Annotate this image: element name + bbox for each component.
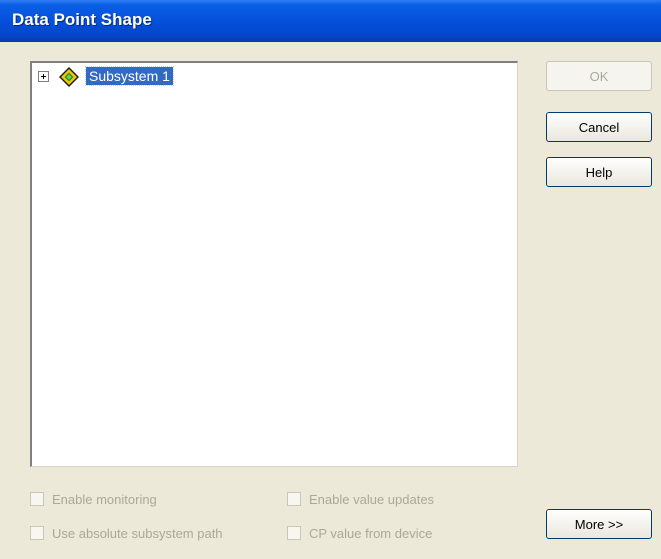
subsystem-tree[interactable]: Subsystem 1 (30, 61, 518, 467)
enable-value-updates-checkbox[interactable]: Enable value updates (287, 490, 434, 508)
checkbox-box[interactable] (287, 492, 301, 506)
checkbox-box[interactable] (287, 526, 301, 540)
more-button[interactable]: More >> (546, 509, 652, 539)
help-button[interactable]: Help (546, 157, 652, 187)
ok-button[interactable]: OK (546, 61, 652, 91)
checkbox-label: Enable monitoring (52, 491, 157, 507)
checkbox-box[interactable] (30, 526, 44, 540)
checkbox-label: Enable value updates (309, 491, 435, 507)
checkbox-label: CP value from device (309, 525, 433, 541)
checkbox-label: Use absolute subsystem path (52, 525, 223, 541)
cancel-button[interactable]: Cancel (546, 112, 652, 142)
expand-plus-icon[interactable] (38, 71, 49, 82)
window-title: Data Point Shape (12, 10, 152, 29)
subsystem-diamond-icon (58, 66, 80, 88)
use-absolute-path-checkbox[interactable]: Use absolute subsystem path (30, 524, 223, 542)
cp-value-from-device-checkbox[interactable]: CP value from device (287, 524, 432, 542)
tree-item-label[interactable]: Subsystem 1 (85, 66, 174, 86)
title-bar[interactable]: Data Point Shape (0, 0, 661, 42)
enable-monitoring-checkbox[interactable]: Enable monitoring (30, 490, 157, 508)
checkbox-box[interactable] (30, 492, 44, 506)
